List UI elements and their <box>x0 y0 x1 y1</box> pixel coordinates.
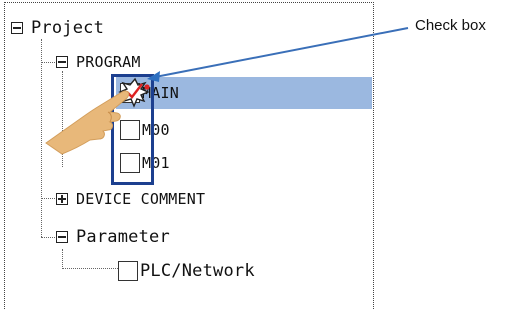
callout-leader-line <box>149 27 409 79</box>
pointing-hand-icon <box>45 90 130 155</box>
annotation-overlay <box>45 27 409 155</box>
callout-arrowhead <box>147 71 160 82</box>
